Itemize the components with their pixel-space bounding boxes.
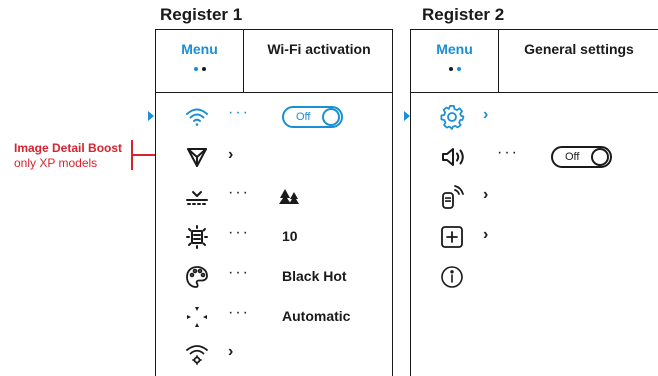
register-1-panel: Menu Wi-Fi activation ··· Off › ··· ··· …: [155, 29, 393, 376]
tab-general-settings[interactable]: General settings: [499, 30, 658, 92]
menu-item-add[interactable]: ›: [411, 220, 658, 254]
page-dot-active: [456, 67, 461, 71]
page-dot: [448, 67, 453, 71]
remote-control-icon: [439, 184, 465, 210]
image-detail-boost-icon: [184, 144, 210, 170]
register-2-panel: Menu General settings › ··· Off › ›: [410, 29, 658, 376]
menu-item-wifi-settings[interactable]: ›: [156, 337, 392, 371]
page-dot-active: [193, 67, 198, 71]
chevron-right-icon: ›: [483, 226, 489, 243]
tab-wifi-activation[interactable]: Wi-Fi activation: [244, 30, 394, 92]
brightness-level-icon: [184, 224, 210, 250]
add-icon: [439, 224, 465, 250]
ellipsis: ···: [228, 224, 250, 241]
menu-item-color-palette[interactable]: ··· Black Hot: [156, 260, 392, 294]
info-icon: [439, 264, 465, 290]
ellipsis: ···: [228, 304, 250, 321]
tab-menu[interactable]: Menu: [411, 30, 499, 92]
menu-item-remote-control[interactable]: ›: [411, 180, 658, 214]
tab-bar: Menu Wi-Fi activation: [156, 30, 392, 93]
menu-item-image-detail-boost[interactable]: ›: [156, 140, 392, 174]
trees-icon: [276, 184, 302, 210]
callout-subtitle: only XP models: [14, 156, 98, 170]
ellipsis: ···: [228, 264, 250, 281]
calibration-mode-value: Automatic: [282, 308, 351, 324]
tab-general-settings-label: General settings: [524, 41, 634, 57]
ellipsis: ···: [497, 144, 519, 161]
menu-item-scene-mode[interactable]: ···: [156, 180, 392, 214]
selection-pointer-icon: [148, 111, 154, 121]
scene-mode-icon: [184, 184, 210, 210]
menu-item-calibration-mode[interactable]: ··· Automatic: [156, 300, 392, 334]
color-palette-icon: [184, 264, 210, 290]
wifi-toggle-label: Off: [296, 111, 311, 123]
callout-title: Image Detail Boost: [14, 141, 123, 155]
tab-bar: Menu General settings: [411, 30, 658, 93]
tab-menu-label: Menu: [181, 41, 218, 57]
chevron-right-icon: ›: [228, 146, 234, 163]
register-1-title: Register 1: [160, 5, 243, 24]
menu-item-general-settings[interactable]: ›: [411, 100, 658, 134]
wifi-settings-icon: [184, 341, 210, 367]
chevron-right-icon: ›: [228, 343, 234, 360]
toggle-knob: [322, 108, 340, 126]
chevron-right-icon: ›: [483, 186, 489, 203]
speaker-icon: [441, 144, 467, 170]
register-2-title: Register 2: [422, 5, 505, 24]
chevron-right-icon: ›: [483, 106, 489, 123]
calibration-mode-icon: [184, 304, 210, 330]
page-indicator: [411, 67, 498, 71]
sound-toggle-label: Off: [565, 151, 580, 163]
color-palette-value: Black Hot: [282, 268, 347, 284]
brightness-value: 10: [282, 228, 298, 244]
tab-menu[interactable]: Menu: [156, 30, 244, 92]
gear-icon: [439, 104, 465, 130]
page-dot: [201, 67, 206, 71]
tab-menu-label: Menu: [436, 41, 473, 57]
menu-item-wifi[interactable]: ··· Off: [156, 100, 392, 134]
tab-wifi-activation-label: Wi-Fi activation: [267, 41, 371, 57]
ellipsis: ···: [228, 184, 250, 201]
ellipsis: ···: [228, 104, 250, 121]
menu-item-device-info[interactable]: [411, 260, 658, 294]
wifi-icon: [184, 104, 210, 130]
page-indicator: [156, 67, 243, 71]
menu-item-sound[interactable]: ··· Off: [411, 140, 658, 174]
wifi-toggle[interactable]: Off: [282, 106, 343, 128]
sound-toggle[interactable]: Off: [551, 146, 612, 168]
menu-item-brightness[interactable]: ··· 10: [156, 220, 392, 254]
toggle-knob: [591, 148, 609, 166]
